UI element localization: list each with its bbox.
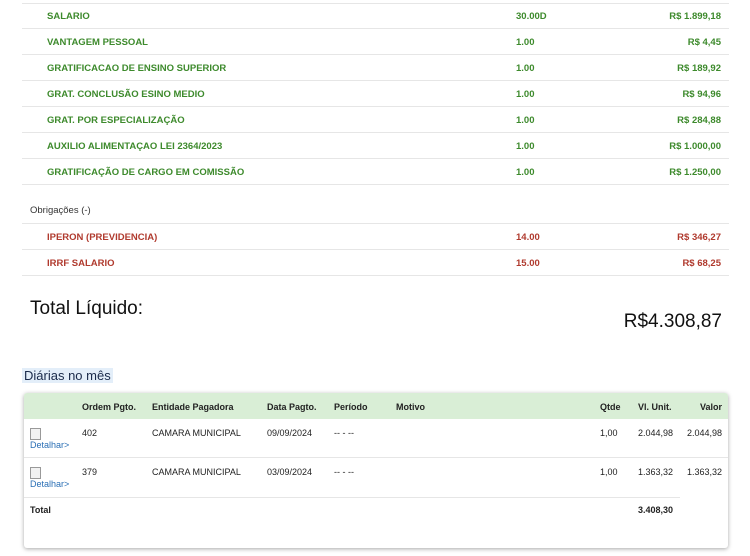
earning-name: SALARIO [47,11,90,22]
table-row: VANTAGEM PESSOAL 1.00 R$ 4,45 [22,29,729,55]
detail-link[interactable]: Detalhar> [30,467,69,490]
obligations-label: Obrigações (-) [30,205,91,216]
cell-periodo: -- - -- [334,467,354,477]
earning-qty: 1.00 [516,37,535,48]
header-vl-unit: Vl. Unit. [638,402,672,412]
deduction-qty: 14.00 [516,232,540,243]
header-ordem: Ordem Pgto. [82,402,137,412]
header-motivo: Motivo [396,402,425,412]
diarias-title: Diárias no mês [22,368,113,383]
detail-link-label: Detalhar> [30,440,70,450]
broken-image-icon [30,428,41,440]
earning-name: GRATIFICAÇÃO DE CARGO EM COMISSÃO [47,167,245,178]
earning-qty: 1.00 [516,141,535,152]
cell-vl-unit: 2.044,98 [638,428,674,438]
earning-value: R$ 4,45 [687,37,721,48]
earning-qty: 1.00 [516,63,535,74]
cell-periodo: -- - -- [334,428,354,438]
table-row: GRATIFICACAO DE ENSINO SUPERIOR 1.00 R$ … [22,55,729,81]
table-row: GRAT. CONCLUSÃO ESINO MEDIO 1.00 R$ 94,9… [22,81,729,107]
deduction-name: IPERON (PREVIDENCIA) [47,232,158,243]
earning-name: AUXILIO ALIMENTAÇAO LEI 2364/2023 [47,141,223,152]
deduction-value: R$ 68,25 [682,258,721,269]
earning-value: R$ 1.250,00 [669,167,721,178]
earning-value: R$ 1.899,18 [669,11,721,22]
earnings-table: SALARIO 30.00D R$ 1.899,18 VANTAGEM PESS… [22,3,729,185]
earning-name: GRAT. CONCLUSÃO ESINO MEDIO [47,89,205,100]
diarias-total-row: Total 3.408,30 [24,497,728,521]
cell-data: 09/09/2024 [267,428,313,438]
earning-name: GRAT. POR ESPECIALIZAÇÃO [47,115,185,126]
diarias-table-header: Ordem Pgto. Entidade Pagadora Data Pagto… [24,393,728,419]
earning-qty: 1.00 [516,115,535,126]
earning-qty: 30.00D [516,11,547,22]
diarias-card: Ordem Pgto. Entidade Pagadora Data Pagto… [24,393,728,548]
detail-link[interactable]: Detalhar> [30,428,69,451]
total-value: 3.408,30 [638,505,674,515]
deductions-table: IPERON (PREVIDENCIA) 14.00 R$ 346,27 IRR… [22,223,729,276]
cell-valor: 1.363,32 [686,467,722,477]
table-row: IRRF SALARIO 15.00 R$ 68,25 [22,250,729,276]
broken-image-icon [30,467,41,479]
total-label: Total [30,505,51,515]
cell-qtde: 1,00 [600,428,618,438]
earning-value: R$ 189,92 [677,63,721,74]
earning-value: R$ 1.000,00 [669,141,721,152]
earning-name: GRATIFICACAO DE ENSINO SUPERIOR [47,63,227,74]
table-row: Detalhar> 379 CAMARA MUNICIPAL 03/09/202… [24,458,728,496]
header-periodo: Período [334,402,368,412]
table-row: AUXILIO ALIMENTAÇAO LEI 2364/2023 1.00 R… [22,133,729,159]
earning-value: R$ 284,88 [677,115,721,126]
cell-qtde: 1,00 [600,467,618,477]
deduction-name: IRRF SALARIO [47,258,115,269]
table-row: GRATIFICAÇÃO DE CARGO EM COMISSÃO 1.00 R… [22,159,729,185]
header-data: Data Pagto. [267,402,317,412]
table-row: Detalhar> 402 CAMARA MUNICIPAL 09/09/202… [24,419,728,458]
total-liquido-label: Total Líquido: [30,298,144,319]
table-row: IPERON (PREVIDENCIA) 14.00 R$ 346,27 [22,224,729,250]
cell-ordem: 379 [82,467,98,477]
header-valor: Valor [699,402,722,412]
deduction-value: R$ 346,27 [677,232,721,243]
cell-entidade: CAMARA MUNICIPAL [152,467,241,477]
table-row: SALARIO 30.00D R$ 1.899,18 [22,3,729,29]
earning-name: VANTAGEM PESSOAL [47,37,148,48]
earning-qty: 1.00 [516,167,535,178]
cell-entidade: CAMARA MUNICIPAL [152,428,241,438]
header-entidade: Entidade Pagadora [152,402,234,412]
detail-link-label: Detalhar> [30,479,70,489]
earning-value: R$ 94,96 [682,89,721,100]
table-row: GRAT. POR ESPECIALIZAÇÃO 1.00 R$ 284,88 [22,107,729,133]
earning-qty: 1.00 [516,89,535,100]
cell-data: 03/09/2024 [267,467,313,477]
deduction-qty: 15.00 [516,258,540,269]
cell-ordem: 402 [82,428,98,438]
cell-valor: 2.044,98 [686,428,722,438]
header-qtde: Qtde [600,402,621,412]
total-liquido-value: R$4.308,87 [623,311,722,332]
cell-vl-unit: 1.363,32 [638,467,674,477]
